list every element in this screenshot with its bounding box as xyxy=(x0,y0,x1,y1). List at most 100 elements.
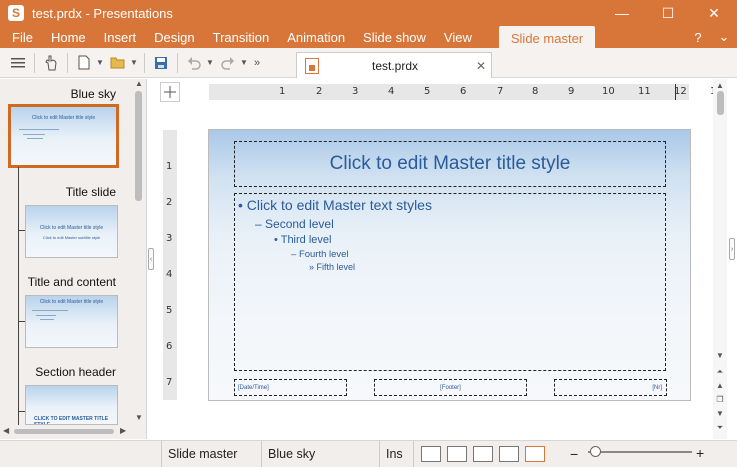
ruler-mark: 3 xyxy=(166,233,173,244)
master-thumbnail[interactable]: Click to edit Master title style xyxy=(8,104,119,168)
slide-sorter-icon[interactable]: ❐ xyxy=(713,395,727,404)
ruler-mark: 11 xyxy=(638,86,651,97)
sidebar-collapse-handle[interactable]: ‹ xyxy=(148,248,154,270)
normal-view-icon[interactable] xyxy=(421,446,441,462)
ruler-mark: 4 xyxy=(166,269,173,280)
minimize-button[interactable]: — xyxy=(599,0,645,26)
sidebar-scrollbar[interactable]: ▲ ▼ xyxy=(132,79,146,427)
content-placeholder[interactable]: • Click to edit Master text styles – Sec… xyxy=(234,193,666,371)
touch-mode-icon[interactable] xyxy=(39,52,63,74)
zoom-slider-knob[interactable] xyxy=(589,446,601,457)
ruler-mark: 2 xyxy=(166,197,173,208)
maximize-button[interactable]: ☐ xyxy=(645,0,691,26)
new-document-icon[interactable] xyxy=(72,52,96,74)
menu-animation[interactable]: Animation xyxy=(278,26,354,48)
thumb-title: CLICK TO EDIT MASTER TITLE STYLE xyxy=(34,416,109,425)
footer-placeholder[interactable]: [Footer] xyxy=(374,379,527,396)
ruler-mark: 3 xyxy=(352,86,359,97)
status-insert-mode[interactable]: Ins xyxy=(379,440,413,467)
zoom-slider[interactable] xyxy=(588,451,692,453)
menu-transition[interactable]: Transition xyxy=(204,26,279,48)
slide-show-icon[interactable] xyxy=(525,446,545,462)
redo-dropdown-icon[interactable]: ▼ xyxy=(240,58,250,67)
ruler-mark: 7 xyxy=(497,86,504,97)
menu-slide-show[interactable]: Slide show xyxy=(354,26,435,48)
thumb-text-line xyxy=(19,129,59,130)
right-panel-handle[interactable]: › xyxy=(729,238,735,260)
open-dropdown-icon[interactable]: ▼ xyxy=(130,58,140,67)
scroll-left-icon[interactable]: ◀ xyxy=(3,426,9,435)
window-controls: — ☐ ✕ xyxy=(599,0,737,26)
thumb-text-line xyxy=(40,319,54,320)
main-vertical-scrollbar[interactable]: ▲ ▼ ⏶ ▲ ❐ ▼ ⏷ xyxy=(713,79,727,439)
menu-file[interactable]: File xyxy=(0,26,42,48)
title-placeholder[interactable]: Click to edit Master title style xyxy=(234,141,666,187)
title-bar: S test.prdx - Presentations — ☐ ✕ xyxy=(0,0,737,26)
main-scroll-thumb[interactable] xyxy=(717,91,724,115)
layout-thumbnail-title-slide[interactable]: Click to edit Master title style Click t… xyxy=(25,205,118,258)
open-folder-icon[interactable] xyxy=(106,52,130,74)
layout-label-blue-sky: Blue sky xyxy=(70,87,116,101)
scroll-down-icon[interactable]: ▼ xyxy=(132,413,146,422)
sidebar-hscrollbar[interactable]: ◀ ▶ xyxy=(0,425,132,439)
close-tab-icon[interactable]: ✕ xyxy=(471,59,491,73)
status-mode: Slide master xyxy=(161,440,261,467)
scroll-up-icon[interactable]: ▲ xyxy=(132,79,146,88)
redo-icon[interactable] xyxy=(216,52,240,74)
toolbar-separator xyxy=(177,52,178,73)
scroll-right-icon[interactable]: ▶ xyxy=(120,426,126,435)
ruler-mark: 2 xyxy=(316,86,323,97)
tab-slide-master[interactable]: Slide master xyxy=(498,26,596,50)
menu-home[interactable]: Home xyxy=(42,26,95,48)
first-slide-icon[interactable]: ⏶ xyxy=(713,367,727,377)
ruler-mark: 5 xyxy=(424,86,431,97)
text-level-1: • Click to edit Master text styles xyxy=(238,197,432,213)
undo-dropdown-icon[interactable]: ▼ xyxy=(206,58,216,67)
toolbar-separator xyxy=(144,52,145,73)
outline-view-icon[interactable] xyxy=(473,446,493,462)
layout-label-title-slide: Title slide xyxy=(65,185,116,199)
close-button[interactable]: ✕ xyxy=(691,0,737,26)
date-placeholder[interactable]: [Date/Time] xyxy=(234,379,347,396)
ruler-mark: 1 xyxy=(166,161,173,172)
horizontal-ruler: 1 2 3 4 5 6 7 8 9 10 11 12 13 xyxy=(209,84,723,100)
document-tab[interactable]: test.prdx ✕ xyxy=(296,52,492,78)
slide-number-placeholder[interactable]: [Nr] xyxy=(554,379,667,396)
notes-view-icon[interactable] xyxy=(499,446,519,462)
menu-bar: File Home Insert Design Transition Anima… xyxy=(0,26,737,50)
zoom-in-icon[interactable]: + xyxy=(696,445,704,461)
toolbar-separator xyxy=(34,52,35,73)
slide-canvas[interactable]: Click to edit Master title style • Click… xyxy=(208,129,691,401)
ruler-mark: 10 xyxy=(602,86,615,97)
save-icon[interactable] xyxy=(149,52,173,74)
layout-thumbnail-section-header[interactable]: CLICK TO EDIT MASTER TITLE STYLE xyxy=(25,385,118,425)
sidebar-scroll-thumb[interactable] xyxy=(135,91,142,201)
document-tab-label: test.prdx xyxy=(371,58,419,73)
toolbar-overflow-icon[interactable]: » xyxy=(250,52,264,74)
menu-design[interactable]: Design xyxy=(145,26,203,48)
vertical-ruler: 1 2 3 4 5 6 7 xyxy=(163,130,177,400)
undo-icon[interactable] xyxy=(182,52,206,74)
scroll-down-icon[interactable]: ▼ xyxy=(713,351,727,360)
ruler-corner[interactable] xyxy=(160,82,180,102)
ruler-end-marker[interactable] xyxy=(675,84,676,100)
slide-sorter-view-icon[interactable] xyxy=(447,446,467,462)
next-slide-icon[interactable]: ▼ xyxy=(713,409,727,418)
last-slide-icon[interactable]: ⏷ xyxy=(713,423,727,433)
previous-slide-icon[interactable]: ▲ xyxy=(713,381,727,390)
layout-thumbnail-title-and-content[interactable]: Click to edit Master title style xyxy=(25,295,118,348)
new-dropdown-icon[interactable]: ▼ xyxy=(96,58,106,67)
menu-insert[interactable]: Insert xyxy=(95,26,146,48)
thumb-subtitle: Click to edit Master subtitle style xyxy=(42,235,101,240)
menu-view[interactable]: View xyxy=(435,26,481,48)
toolbar-separator xyxy=(67,52,68,73)
menu-toggle-icon[interactable] xyxy=(6,52,30,74)
quick-toolbar: ▼ ▼ ▼ ▼ » test.prdx ✕ xyxy=(0,48,737,78)
help-icon[interactable]: ? xyxy=(685,30,711,45)
text-level-5: » Fifth level xyxy=(309,262,356,272)
sidebar-hscroll-thumb[interactable] xyxy=(14,429,114,434)
ruler-mark: 6 xyxy=(166,341,173,352)
scroll-up-icon[interactable]: ▲ xyxy=(713,81,727,90)
collapse-ribbon-icon[interactable]: ⌄ xyxy=(711,29,737,45)
zoom-out-icon[interactable]: − xyxy=(570,446,578,462)
